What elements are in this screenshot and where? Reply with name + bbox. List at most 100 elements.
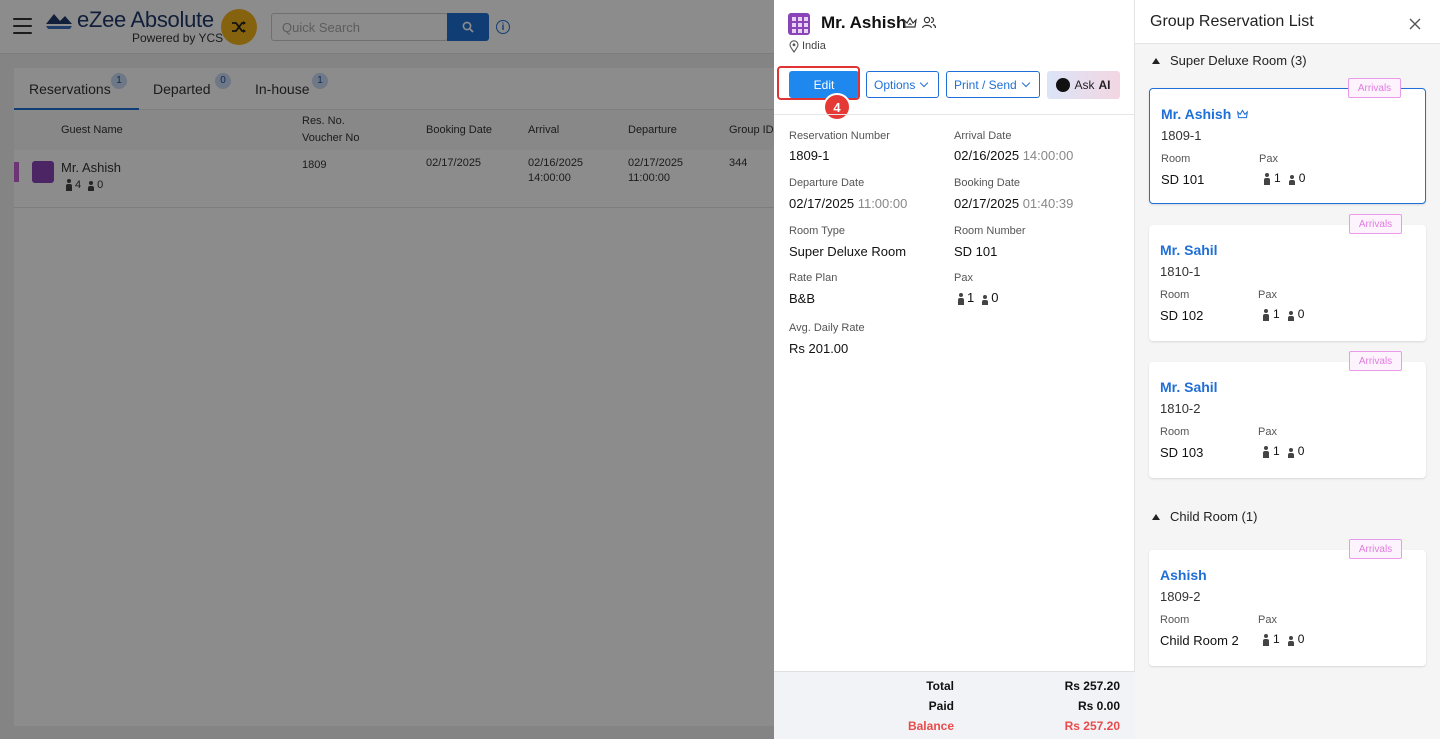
card-guest-name[interactable]: Ashish	[1160, 567, 1207, 583]
options-button[interactable]: Options	[866, 71, 939, 98]
vip-crown-icon	[1237, 109, 1249, 119]
booking-date: 02/17/2025	[954, 196, 1020, 211]
guest-name: Mr. Ashish	[821, 13, 907, 32]
card-pax-label: Pax	[1259, 153, 1278, 165]
card-reservation-number: 1809-2	[1160, 589, 1201, 604]
departure-date-label: Departure Date	[789, 177, 865, 189]
group-reservation-card[interactable]: Arrivals Ashish 1809-2 Room Pax Child Ro…	[1149, 539, 1426, 666]
card-room-label: Room	[1160, 289, 1190, 301]
booking-date-label: Booking Date	[954, 177, 1021, 189]
arrival-date-label: Arrival Date	[954, 130, 1012, 142]
guest-name-text: Ashish	[1160, 567, 1207, 583]
card-pax-label: Pax	[1258, 426, 1277, 438]
adult-count: 1	[967, 290, 975, 305]
room-number-label: Room Number	[954, 225, 1026, 237]
departure-date: 02/17/2025	[789, 196, 855, 211]
step-number-badge: 4	[823, 93, 851, 121]
card-pax-value: 1 0	[1262, 632, 1304, 646]
arrivals-badge: Arrivals	[1349, 351, 1402, 371]
arrivals-badge: Arrivals	[1348, 78, 1401, 98]
pax-value: 1 0	[957, 290, 998, 305]
booking-time: 01:40:39	[1022, 196, 1074, 211]
chevron-down-icon	[920, 78, 929, 88]
adult-icon	[957, 293, 965, 305]
modal-overlay[interactable]	[0, 0, 774, 739]
child-icon	[1287, 448, 1295, 458]
card-reservation-number: 1810-1	[1160, 264, 1201, 279]
booking-date-value: 02/17/2025 01:40:39	[954, 196, 1073, 211]
card-room-value: Child Room 2	[1160, 633, 1239, 648]
child-count: 0	[1297, 632, 1305, 646]
group-reservation-card[interactable]: Arrivals Mr. Sahil 1810-1 Room Pax SD 10…	[1149, 214, 1426, 341]
card-room-value: SD 103	[1160, 445, 1204, 460]
reservation-number-value: 1809-1	[789, 148, 830, 163]
arrival-date-value: 02/16/2025 14:00:00	[954, 148, 1073, 163]
reservation-detail-panel: Mr. Ashish India Edit 4 Options Print / …	[774, 0, 1135, 739]
child-icon	[1287, 311, 1295, 321]
group-reservation-card[interactable]: Arrivals Mr. Sahil 1810-2 Room Pax SD 10…	[1149, 351, 1426, 478]
child-icon	[1287, 636, 1295, 646]
child-icon	[981, 295, 989, 305]
edit-highlight-outline	[777, 66, 860, 100]
group-reservation-panel: Group Reservation List Super Deluxe Room…	[1135, 0, 1440, 739]
ask-ai-button[interactable]: Ask AI	[1047, 71, 1120, 99]
departure-date-value: 02/17/2025 11:00:00	[789, 196, 907, 211]
card-pax-label: Pax	[1258, 289, 1277, 301]
reservation-number-label: Reservation Number	[789, 130, 890, 142]
guests-icon[interactable]	[921, 15, 937, 30]
room-type-value: Super Deluxe Room	[789, 244, 907, 259]
room-type-label: Room Type	[789, 225, 846, 237]
collapse-triangle-icon	[1152, 57, 1160, 64]
room-number-value: SD 101	[954, 244, 998, 259]
balance-value: Rs 257.20	[1064, 719, 1120, 733]
section-header-child-room[interactable]: Child Room (1)	[1152, 509, 1257, 524]
chevron-down-icon	[1021, 78, 1030, 88]
options-label: Options	[874, 77, 916, 92]
group-panel-title: Group Reservation List	[1150, 13, 1314, 30]
adult-icon	[1263, 173, 1271, 185]
child-count: 0	[1297, 444, 1305, 458]
card-guest-name[interactable]: Mr. Sahil	[1160, 379, 1218, 395]
guest-name-text: Mr. Ashish	[1161, 106, 1232, 122]
avg-daily-rate-label: Avg. Daily Rate	[789, 322, 865, 334]
print-send-button[interactable]: Print / Send	[946, 71, 1040, 98]
adult-icon	[1262, 446, 1270, 458]
guest-name-text: Mr. Sahil	[1160, 242, 1218, 258]
rate-plan-label: Rate Plan	[789, 272, 838, 284]
card-guest-name[interactable]: Mr. Ashish	[1161, 106, 1249, 122]
paid-label: Paid	[928, 699, 954, 713]
guest-name-text: Mr. Sahil	[1160, 379, 1218, 395]
child-count: 0	[1297, 307, 1305, 321]
arrival-date: 02/16/2025	[954, 148, 1020, 163]
group-panel-header: Group Reservation List	[1135, 0, 1440, 44]
pax-label: Pax	[954, 272, 973, 284]
card-room-label: Room	[1160, 614, 1190, 626]
adult-icon	[1262, 634, 1270, 646]
group-reservation-card[interactable]: Arrivals Mr. Ashish 1809-1 Room Pax SD 1…	[1149, 78, 1426, 204]
section-heading: Super Deluxe Room (3)	[1170, 53, 1307, 68]
vip-crown-icon	[903, 16, 917, 28]
adult-count: 1	[1273, 632, 1280, 646]
card-guest-name[interactable]: Mr. Sahil	[1160, 242, 1218, 258]
card-room-label: Room	[1161, 153, 1191, 165]
child-count: 0	[991, 290, 999, 305]
section-header-super-deluxe[interactable]: Super Deluxe Room (3)	[1152, 53, 1307, 68]
adult-count: 1	[1273, 444, 1280, 458]
card-pax-label: Pax	[1258, 614, 1277, 626]
ask-label: Ask	[1074, 78, 1095, 92]
arrival-time: 14:00:00	[1022, 148, 1074, 163]
section-heading: Child Room (1)	[1170, 509, 1258, 524]
card-reservation-number: 1810-2	[1160, 401, 1201, 416]
guest-country: India	[802, 40, 826, 52]
card-pax-value: 1 0	[1263, 171, 1305, 185]
child-count: 0	[1298, 171, 1306, 185]
totals-footer: Total Rs 257.20 Paid Rs 0.00 Balance Rs …	[774, 671, 1135, 739]
arrivals-badge: Arrivals	[1349, 539, 1402, 559]
adult-count: 1	[1273, 307, 1280, 321]
total-value: Rs 257.20	[1064, 679, 1120, 693]
card-room-value: SD 101	[1161, 172, 1205, 187]
close-icon[interactable]	[1409, 18, 1421, 30]
card-pax-value: 1 0	[1262, 444, 1304, 458]
card-reservation-number: 1809-1	[1161, 128, 1202, 143]
card-pax-value: 1 0	[1262, 307, 1304, 321]
